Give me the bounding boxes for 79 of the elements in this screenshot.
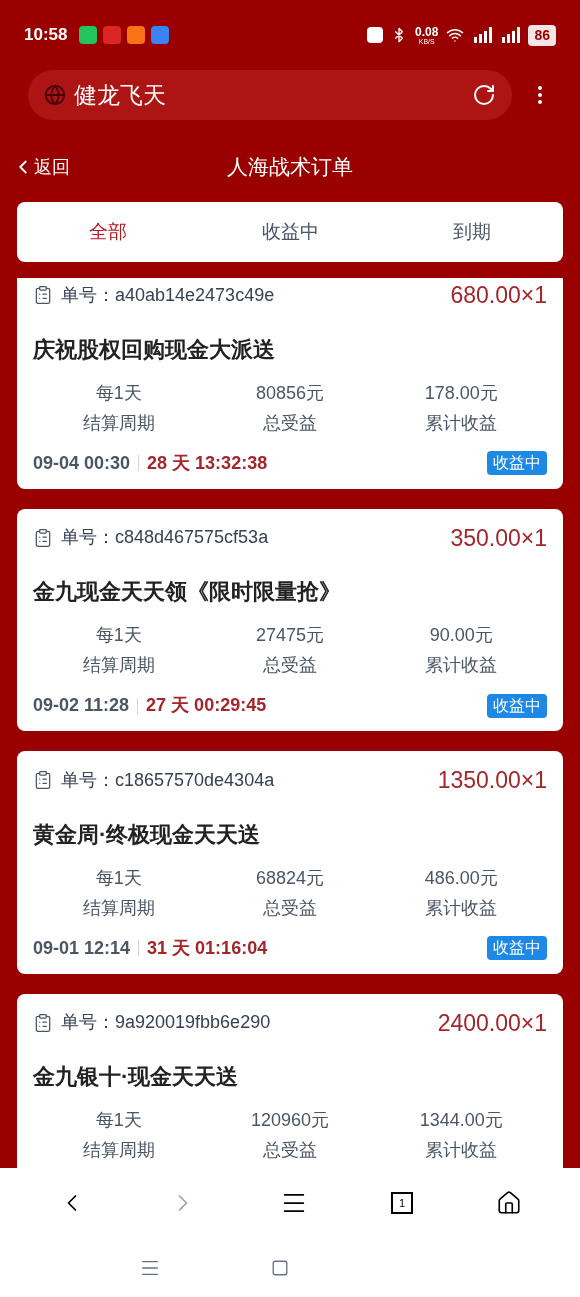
order-label: 单号： bbox=[61, 768, 115, 792]
wifi-icon bbox=[446, 26, 465, 44]
order-card[interactable]: 单号：c18657570de4304a 1350.00×1 黄金周·终极现金天天送 每1天 结算周期 68824元 总受益 486.00元 累计收益 09-01 12:14 31 天 01:16:04 收益中 bbox=[17, 751, 563, 974]
status-badge: 收益中 bbox=[487, 693, 547, 718]
stat-value: 68824元 bbox=[255, 866, 324, 890]
countdown: 28 天 13:32:38 bbox=[147, 451, 268, 475]
countdown: 27 天 00:29:45 bbox=[146, 694, 267, 717]
stat-label: 累计收益 bbox=[425, 896, 498, 920]
clipboard-icon bbox=[33, 770, 53, 791]
clipboard-icon bbox=[33, 527, 53, 548]
product-name: 黄金周·终极现金天天送 bbox=[33, 820, 262, 849]
order-card[interactable]: 单号：a40ab14e2473c49e 680.00×1 庆祝股权回购现金大派送 每1天 结算周期 80856元 总受益 178.00元 累计收益 09-04 00:30 28 天 13:32:38 收益中 bbox=[17, 278, 563, 489]
tab[interactable]: 收益中 bbox=[199, 202, 381, 262]
price: 680.00×1 bbox=[450, 281, 547, 310]
stat-label: 累计收益 bbox=[425, 1139, 498, 1162]
app-icon bbox=[151, 26, 170, 44]
reload-icon[interactable] bbox=[472, 83, 496, 107]
stat-value: 27475元 bbox=[255, 624, 324, 647]
order-date: 09-04 00:30 bbox=[33, 451, 131, 475]
order-number: a40ab14e2473c49e bbox=[115, 283, 275, 307]
network-speed: 0.08 bbox=[415, 25, 439, 38]
tab[interactable]: 到期 bbox=[381, 202, 563, 262]
app-icon bbox=[103, 26, 122, 44]
clock: 10:58 bbox=[24, 24, 68, 47]
globe-icon bbox=[44, 84, 66, 106]
stat-value: 90.00元 bbox=[429, 624, 493, 647]
stat-label: 累计收益 bbox=[425, 411, 498, 435]
order-date: 09-01 12:14 bbox=[33, 936, 131, 960]
stat-label: 总受益 bbox=[263, 654, 317, 677]
stat-value: 每1天 bbox=[95, 381, 142, 405]
stat-label: 结算周期 bbox=[82, 411, 155, 435]
back-button[interactable]: 返回 bbox=[12, 153, 70, 181]
order-number: c18657570de4304a bbox=[115, 768, 275, 792]
product-name: 金九银十·现金天天送 bbox=[33, 1063, 240, 1091]
stat-value: 每1天 bbox=[95, 624, 142, 647]
stat-value: 每1天 bbox=[95, 1109, 142, 1132]
product-name: 庆祝股权回购现金大派送 bbox=[33, 335, 276, 364]
price: 2400.00×1 bbox=[437, 1008, 547, 1038]
stat-value: 486.00元 bbox=[424, 866, 498, 890]
signal-icon bbox=[500, 27, 521, 43]
clipboard-icon bbox=[33, 1012, 53, 1033]
order-label: 单号： bbox=[61, 1011, 115, 1035]
home-button-icon[interactable] bbox=[271, 1258, 289, 1277]
tab[interactable]: 全部 bbox=[17, 202, 199, 262]
stat-label: 总受益 bbox=[263, 896, 317, 920]
status-badge: 收益中 bbox=[487, 936, 547, 960]
app-icon bbox=[127, 26, 146, 44]
order-label: 单号： bbox=[61, 283, 115, 307]
clipboard-icon bbox=[33, 285, 53, 306]
battery-level: 86 bbox=[528, 24, 556, 46]
stat-label: 总受益 bbox=[263, 1139, 317, 1162]
page-title: 人海战术订单 bbox=[227, 154, 353, 181]
order-card[interactable]: 单号：c848d467575cf53a 350.00×1 金九现金天天领《限时限量抢》 每1天 结算周期 27475元 总受益 90.00元 累计收益 09-02 11:28 27 天 00:29:45 收益中 bbox=[17, 508, 563, 731]
product-name: 金九现金天天领《限时限量抢》 bbox=[33, 578, 342, 606]
order-date: 09-02 11:28 bbox=[33, 694, 130, 717]
signal-icon bbox=[472, 27, 493, 43]
countdown: 31 天 01:16:04 bbox=[147, 936, 268, 960]
app-icon bbox=[79, 26, 98, 44]
address-text: 健龙飞天 bbox=[74, 80, 166, 110]
order-number: c848d467575cf53a bbox=[115, 526, 269, 550]
price: 350.00×1 bbox=[450, 523, 547, 553]
stat-value: 每1天 bbox=[95, 866, 142, 890]
status-badge: 收益中 bbox=[487, 451, 547, 475]
stat-value: 80856元 bbox=[255, 381, 324, 405]
stat-label: 结算周期 bbox=[82, 654, 155, 677]
order-number: 9a920019fbb6e290 bbox=[115, 1011, 271, 1035]
stat-value: 1344.00元 bbox=[419, 1109, 503, 1132]
address-bar[interactable]: 健龙飞天 bbox=[28, 70, 512, 120]
stat-label: 累计收益 bbox=[425, 654, 498, 677]
stat-value: 120960元 bbox=[250, 1109, 330, 1132]
stat-value: 178.00元 bbox=[424, 381, 498, 405]
order-label: 单号： bbox=[61, 526, 115, 550]
stat-label: 结算周期 bbox=[82, 896, 155, 920]
stat-label: 总受益 bbox=[263, 411, 317, 435]
order-card[interactable]: 单号：9a920019fbb6e290 2400.00×1 金九银十·现金天天送 每1天 结算周期 120960元 总受益 1344.00元 累计收益 bbox=[17, 993, 563, 1168]
stat-label: 结算周期 bbox=[82, 1139, 155, 1162]
price: 1350.00×1 bbox=[437, 766, 547, 795]
tab-count[interactable]: 1 bbox=[391, 1192, 414, 1214]
home-icon[interactable] bbox=[496, 1190, 523, 1216]
